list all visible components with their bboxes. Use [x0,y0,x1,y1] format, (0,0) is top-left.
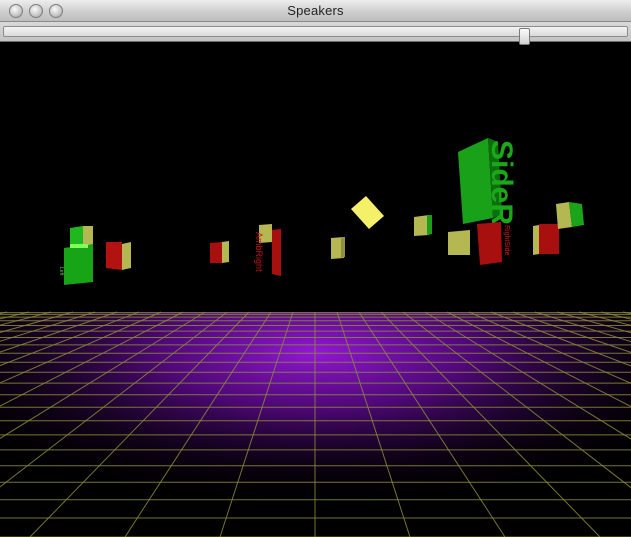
speaker-center-left-side [222,241,229,263]
speaker-front-left-highlight [70,244,88,248]
speaker-right-front [448,230,470,255]
toolbar [0,22,631,45]
3d-scene-viewport[interactable]: Left AmbRight SideR RightSide [0,42,631,537]
title-bar[interactable]: Speakers [0,0,631,22]
speaker-rear-right[interactable] [556,202,584,229]
speaker-mid-right-side [427,215,432,235]
speaker-right[interactable]: RightSide [448,222,510,265]
speaker-center-side [341,237,345,258]
speaker-far-right-side [539,224,559,254]
speaker-top-face [351,196,384,229]
speakers-window: Speakers Left AmbRight SideR RightSide [0,0,631,537]
speaker-mid-right-front [414,215,429,236]
speaker-center-left-front [210,242,222,263]
speaker-front-left-label: Left [58,267,64,276]
speaker-amb-right-front [272,229,281,276]
speaker-far-right-front [533,225,539,255]
speaker-left-side [122,242,131,270]
speaker-center[interactable] [331,237,345,259]
speaker-front-left-side [83,226,93,246]
speaker-mid-right[interactable] [414,215,432,236]
speaker-right-box [477,222,502,265]
speaker-front-left[interactable]: Left [58,226,93,285]
speaker-far-right[interactable] [533,224,559,255]
speaker-right-label: RightSide [503,225,510,255]
speaker-side-right[interactable]: SideR [458,138,518,225]
speaker-left-front [106,242,122,270]
speaker-center-left[interactable] [210,241,229,263]
speaker-amb-right[interactable]: AmbRight [254,224,281,276]
scene-canvas[interactable]: Left AmbRight SideR RightSide [0,42,631,537]
speaker-top[interactable] [351,196,384,229]
speaker-amb-right-label: AmbRight [254,232,264,272]
speaker-front-left-face [64,244,93,285]
speaker-left[interactable] [106,242,131,270]
window-title: Speakers [287,3,344,18]
view-slider[interactable] [3,26,628,45]
speaker-side-right-label: SideR [485,140,518,225]
